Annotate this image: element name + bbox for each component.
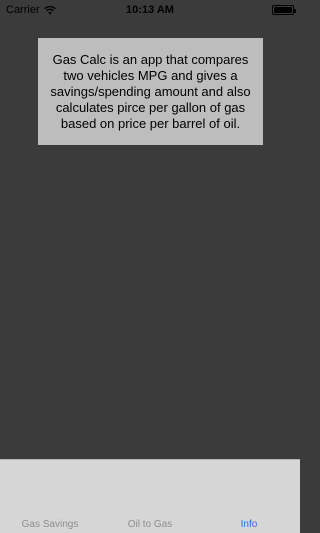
tab-gas-savings[interactable]: Gas Savings — [10, 519, 90, 530]
tab-bar: Gas Savings Oil to Gas Info — [0, 459, 300, 533]
status-bar: Carrier 10:13 AM — [0, 0, 300, 20]
info-card: Gas Calc is an app that compares two veh… — [38, 38, 263, 145]
wifi-icon — [43, 5, 56, 14]
tab-oil-to-gas[interactable]: Oil to Gas — [110, 519, 190, 530]
info-description: Gas Calc is an app that compares two veh… — [50, 51, 251, 131]
battery-level — [274, 7, 292, 13]
tab-info[interactable]: Info — [209, 519, 289, 530]
app-screen: Carrier 10:13 AM Gas Calc is an app that… — [0, 0, 300, 533]
status-left: Carrier — [6, 4, 56, 16]
battery-icon — [272, 5, 296, 15]
carrier-label: Carrier — [6, 4, 40, 16]
